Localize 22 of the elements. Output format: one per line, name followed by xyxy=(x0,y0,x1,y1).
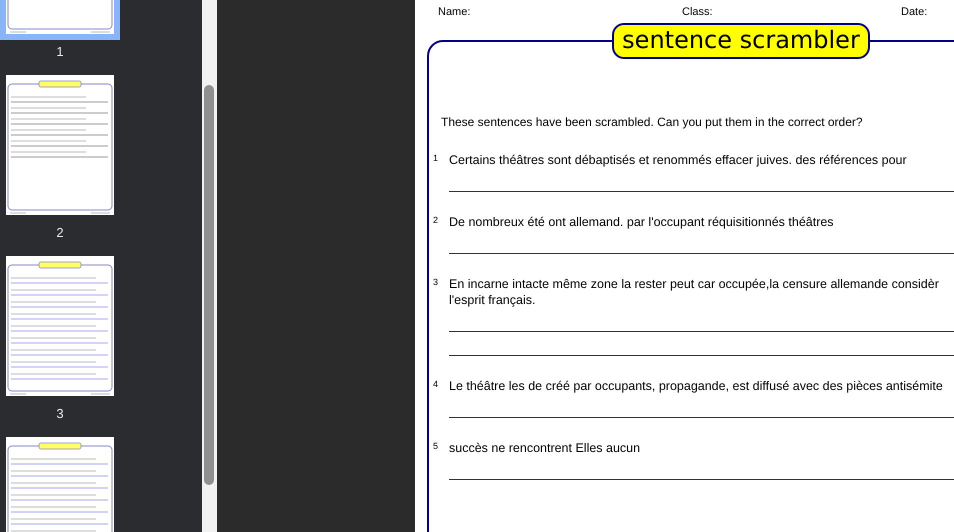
scrambled-sentence: Certains théâtres sont débaptisés et renommés effacer juives. des références pour xyxy=(449,152,908,168)
scrollbar-thumb[interactable] xyxy=(204,85,214,485)
page-thumbnail[interactable] xyxy=(6,75,114,215)
worksheet-title: sentence scrambler xyxy=(612,23,870,59)
scrambled-sentence: succès ne rencontrent Elles aucun xyxy=(449,440,642,456)
header-label: Date: xyxy=(901,6,928,20)
instructions: These sentences have been scrambled. Can you put them in the correct order? xyxy=(441,114,864,130)
question-number: 2 xyxy=(433,214,440,227)
scrambled-sentence: En incarne intacte même zone la rester peut car occupée,la censure allemande considèr l'esprit français. xyxy=(449,276,940,308)
page-thumbnail[interactable] xyxy=(6,256,114,396)
page-number: 1 xyxy=(55,43,65,59)
page-number: 2 xyxy=(55,224,65,240)
question-number: 3 xyxy=(433,276,440,289)
scrambled-sentence: De nombreux été ont allemand. par l'occupant réquisitionnés théâtres xyxy=(449,214,835,230)
scrollbar[interactable] xyxy=(202,0,217,532)
header-label: Class: xyxy=(682,6,714,20)
scrambled-sentence: Le théâtre les de créé par occupants, propagande, est diffusé avec des pièces antisémite xyxy=(449,378,944,394)
page-number: 3 xyxy=(55,405,65,421)
header-label: Name: xyxy=(438,6,472,20)
question-number: 1 xyxy=(433,152,440,165)
question-number: 5 xyxy=(433,440,440,453)
question-number: 4 xyxy=(433,378,440,391)
